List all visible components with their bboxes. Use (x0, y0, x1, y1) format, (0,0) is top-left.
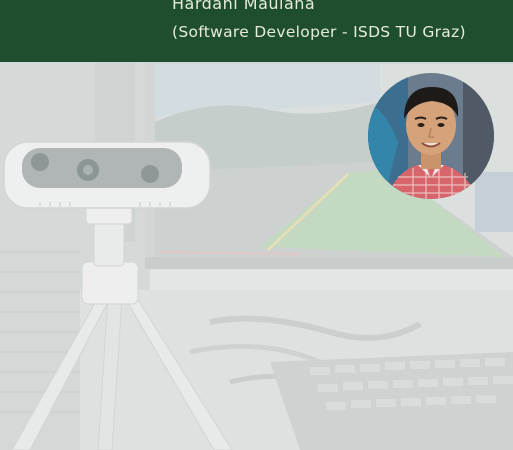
header-banner: Hardani Maulana (Software Developer - IS… (0, 0, 513, 62)
person-portrait-icon (368, 73, 494, 199)
slide: Hardani Maulana (Software Developer - IS… (0, 0, 513, 450)
speaker-avatar (368, 73, 494, 199)
speaker-role: (Software Developer - ISDS TU Graz) (172, 23, 466, 41)
speaker-name: Hardani Maulana (172, 0, 316, 13)
